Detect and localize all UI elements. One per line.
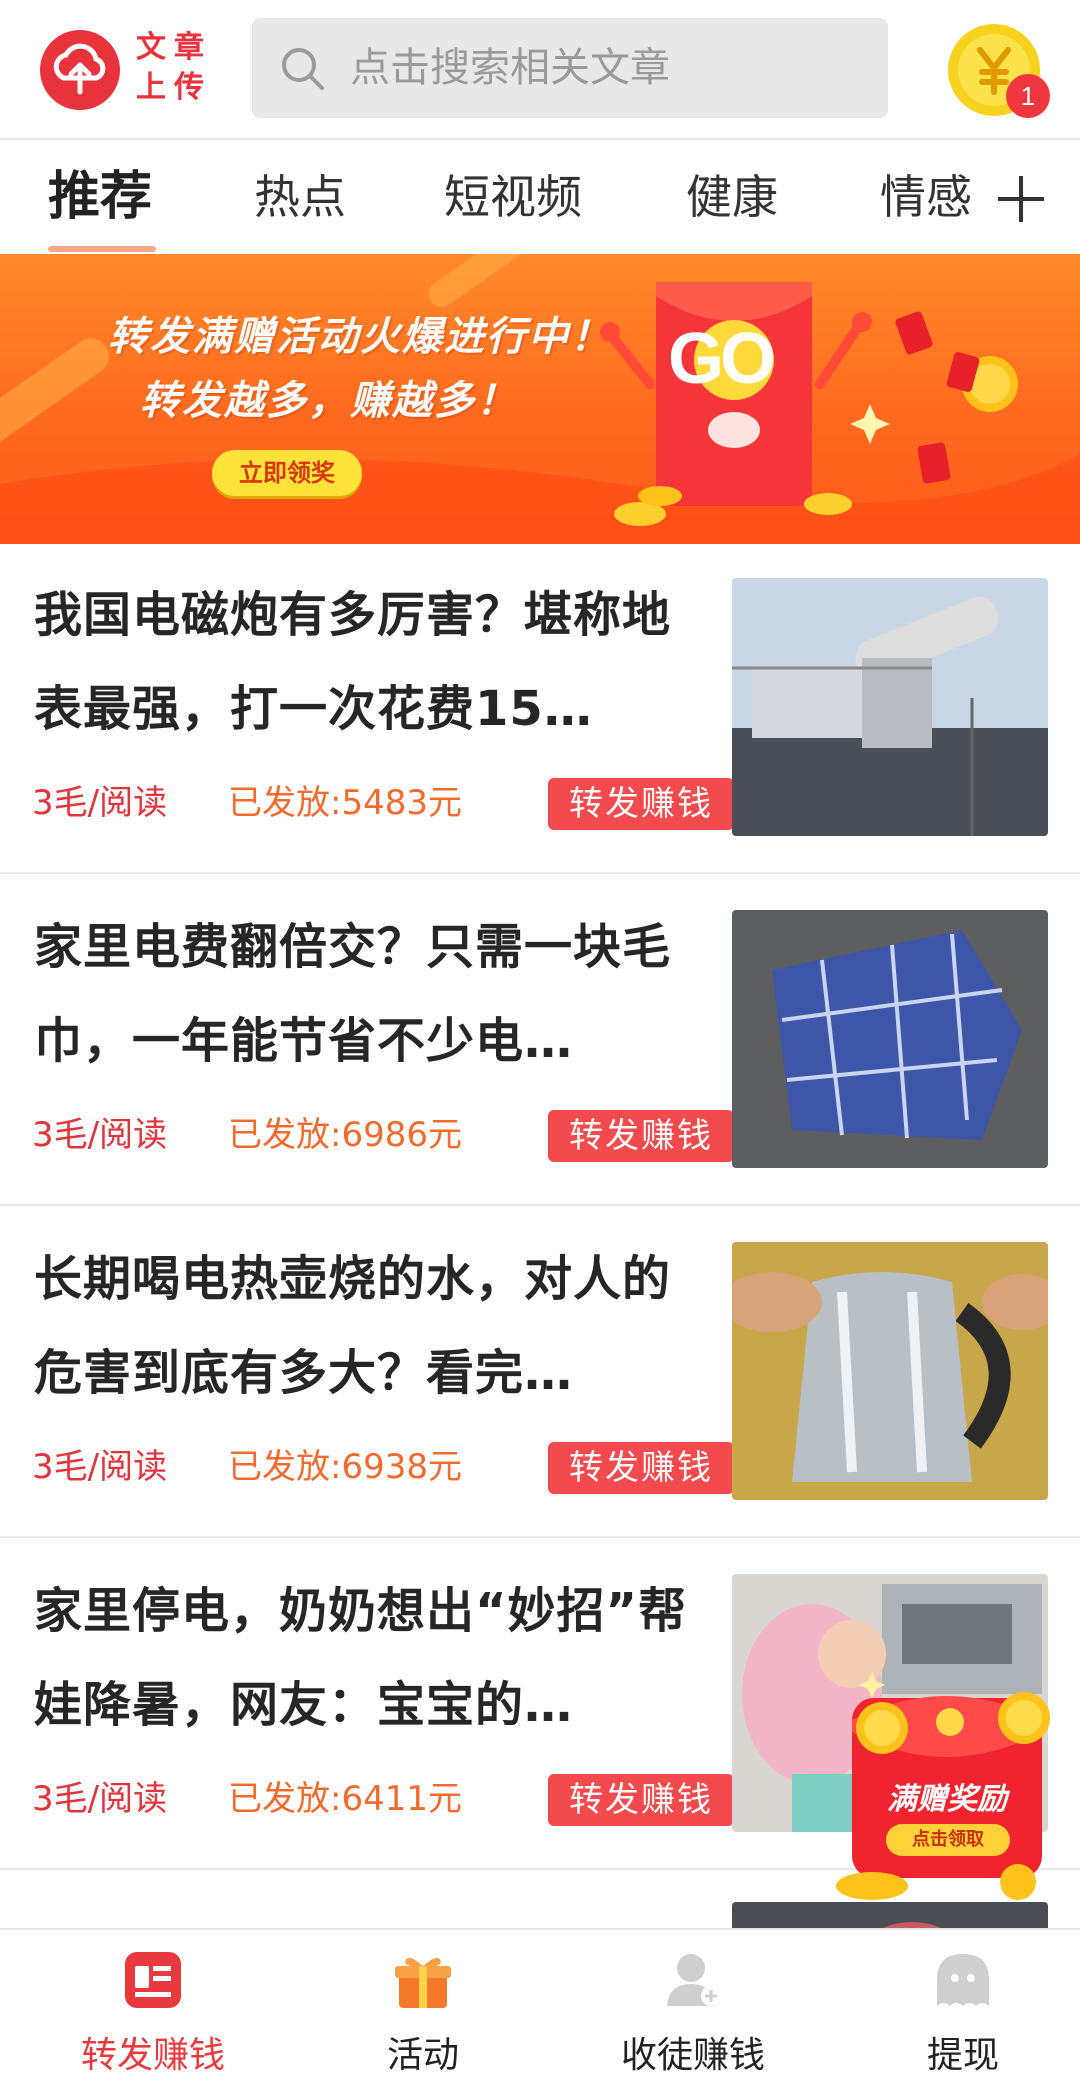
search-icon	[282, 48, 324, 90]
active-tab-indicator	[48, 246, 156, 252]
nav-label: 转发赚钱	[80, 2035, 225, 2076]
claim-reward-button[interactable]: 立即领奖	[212, 450, 362, 496]
gift-icon	[395, 1957, 451, 2008]
read-price: 3毛/阅读	[32, 1779, 168, 1819]
tab-hot[interactable]: 热点	[254, 142, 346, 254]
cloud-upload-icon	[40, 30, 120, 110]
article-title[interactable]: 家里电费翻倍交？只需一块毛巾，一年能节省不少电…	[34, 900, 694, 1088]
banner-subheadline: 转发越多，赚越多！	[140, 378, 518, 424]
promo-banner[interactable]: 转发满赠活动火爆进行中！ 转发越多，赚越多！ 立即领奖 GO	[0, 254, 1080, 544]
top-header: 文章上传 点击搜索相关文章 1	[0, 0, 1080, 140]
article-thumbnail[interactable]	[732, 578, 1048, 836]
read-price: 3毛/阅读	[32, 1115, 168, 1155]
nav-label: 提现	[926, 2035, 999, 2076]
search-input[interactable]: 点击搜索相关文章	[252, 18, 888, 118]
tab-recommend[interactable]: 推荐	[48, 142, 152, 254]
nav-label: 活动	[386, 2035, 459, 2076]
share-earn-button[interactable]: 转发赚钱	[548, 1442, 734, 1494]
article-item[interactable]: 长期喝电热壶烧的水，对人的危害到底有多大？看完… 3毛/阅读 已发放:6938元…	[0, 1208, 1080, 1538]
bottom-navigation: 转发赚钱 活动 收徒赚钱 提现	[0, 1928, 1080, 2084]
nav-share-earn[interactable]: 转发赚钱	[18, 1930, 288, 2084]
paid-amount: 已发放:5483元	[228, 783, 462, 823]
app-screen: 文章上传 点击搜索相关文章 1 推荐 热点 短视频 健康 情感 转发满赠活动火爆…	[0, 0, 1080, 2084]
upload-article-logo[interactable]: 文章上传	[40, 28, 220, 110]
share-earn-button[interactable]: 转发赚钱	[548, 1774, 734, 1826]
article-item[interactable]: 家里电费翻倍交？只需一块毛巾，一年能节省不少电… 3毛/阅读 已发放:6986元…	[0, 876, 1080, 1206]
article-title[interactable]: 长期喝电热壶烧的水，对人的危害到底有多大？看完…	[34, 1232, 694, 1420]
article-thumbnail[interactable]	[732, 1242, 1048, 1500]
share-earn-button[interactable]: 转发赚钱	[548, 1110, 734, 1162]
notification-badge: 1	[1006, 74, 1050, 118]
banner-packet-text: GO	[668, 319, 776, 399]
ghost-wallet-icon	[937, 1954, 989, 2006]
read-price: 3毛/阅读	[32, 783, 168, 823]
paid-amount: 已发放:6938元	[228, 1447, 462, 1487]
add-user-icon	[667, 1954, 721, 2006]
nav-withdraw[interactable]: 提现	[828, 1930, 1080, 2084]
add-channel-icon[interactable]	[994, 172, 1048, 226]
read-price: 3毛/阅读	[32, 1447, 168, 1487]
category-tabs: 推荐 热点 短视频 健康 情感	[0, 142, 1080, 254]
nav-label: 收徒赚钱	[620, 2035, 765, 2076]
floating-reward-packet[interactable]: 满赠奖励 点击领取	[832, 1662, 1062, 1902]
article-title[interactable]: 我国电磁炮有多厉害？堪称地表最强，打一次花费15…	[34, 568, 694, 756]
share-earn-button[interactable]: 转发赚钱	[548, 778, 734, 830]
nav-recruit-earn[interactable]: 收徒赚钱	[558, 1930, 828, 2084]
article-title[interactable]: 家里停电，奶奶想出“妙招”帮娃降暑，网友：宝宝的…	[34, 1564, 694, 1752]
paid-amount: 已发放:6411元	[228, 1779, 462, 1819]
banner-headline: 转发满赠活动火爆进行中！	[108, 314, 612, 360]
search-placeholder: 点击搜索相关文章	[350, 45, 670, 91]
tab-short-video[interactable]: 短视频	[444, 142, 582, 254]
tab-emotion[interactable]: 情感	[880, 142, 972, 254]
paid-amount: 已发放:6986元	[228, 1115, 462, 1155]
article-thumbnail[interactable]	[732, 910, 1048, 1168]
logo-text: 文章上传	[136, 30, 212, 105]
claim-packet-button[interactable]: 点击领取	[886, 1824, 1010, 1856]
article-card-icon	[125, 1952, 181, 2008]
nav-activity[interactable]: 活动	[288, 1930, 558, 2084]
article-item[interactable]: 我国电磁炮有多厉害？堪称地表最强，打一次花费15… 3毛/阅读 已发放:5483…	[0, 544, 1080, 874]
reward-label: 满赠奖励	[887, 1782, 1007, 1817]
tab-health[interactable]: 健康	[686, 142, 778, 254]
